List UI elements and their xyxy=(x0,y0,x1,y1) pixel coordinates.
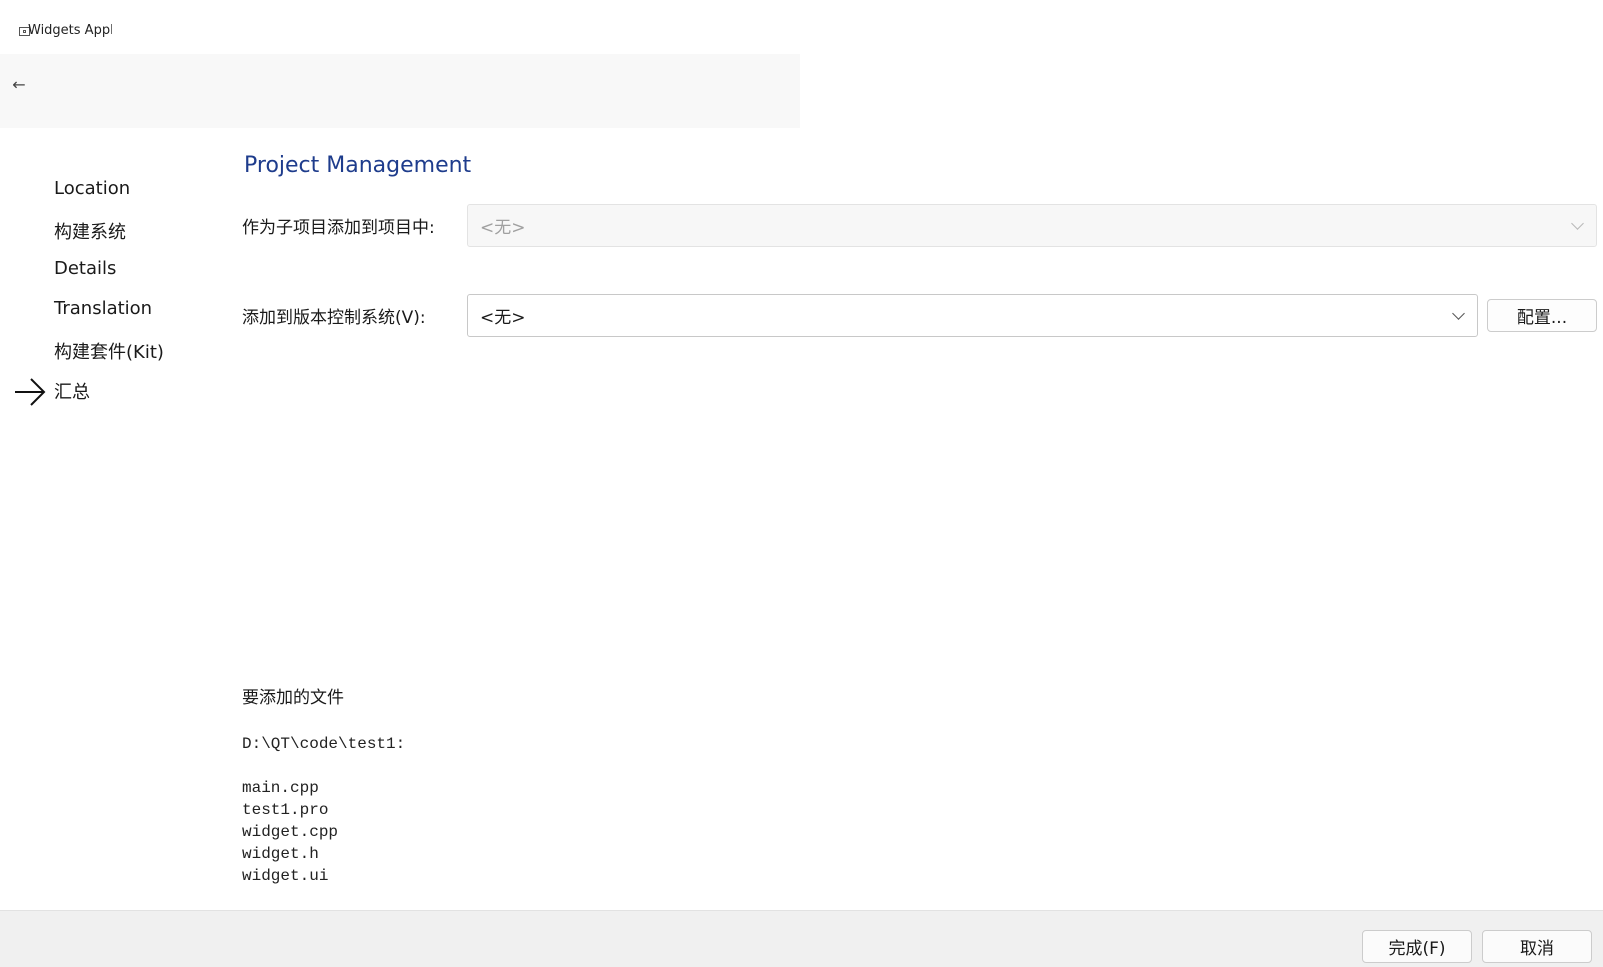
window-title: Widgets Applica xyxy=(28,23,112,38)
wizard-nav-bar xyxy=(0,54,800,128)
step-build-system: 构建系统 xyxy=(54,222,126,243)
cancel-button[interactable]: 取消 xyxy=(1482,930,1592,963)
finish-button[interactable]: 完成(F) xyxy=(1362,930,1472,963)
vcs-combo-value: <无> xyxy=(480,308,526,328)
page-title: Project Management xyxy=(244,153,472,178)
step-kits: 构建套件(Kit) xyxy=(54,342,164,363)
file-item: main.cpp xyxy=(242,779,319,797)
subproject-label: 作为子项目添加到项目中: xyxy=(242,218,435,238)
current-step-arrow-icon xyxy=(15,378,46,406)
wizard-nav-bar-right xyxy=(800,54,1603,128)
step-details: Details xyxy=(54,258,117,279)
files-directory: D:\QT\code\test1: xyxy=(242,735,406,753)
title-bar: Widgets Applica xyxy=(0,0,1603,54)
vcs-combo[interactable]: <无> xyxy=(467,294,1478,337)
vcs-label: 添加到版本控制系统(V): xyxy=(242,308,426,328)
subproject-combo-value: <无> xyxy=(480,218,526,238)
footer-bar: 完成(F) 取消 xyxy=(0,910,1603,967)
configure-button[interactable]: 配置... xyxy=(1487,299,1597,332)
step-summary: 汇总 xyxy=(54,382,90,403)
file-item: widget.h xyxy=(242,845,319,863)
file-item: widget.ui xyxy=(242,867,329,885)
subproject-combo[interactable]: <无> xyxy=(467,204,1597,247)
file-item: test1.pro xyxy=(242,801,329,819)
step-translation: Translation xyxy=(54,298,153,319)
file-item: widget.cpp xyxy=(242,823,339,841)
files-heading: 要添加的文件 xyxy=(242,688,344,708)
chevron-down-icon xyxy=(1571,216,1584,230)
back-arrow-icon[interactable]: ← xyxy=(10,76,28,94)
step-location: Location xyxy=(54,178,131,199)
chevron-down-icon xyxy=(1452,306,1465,320)
